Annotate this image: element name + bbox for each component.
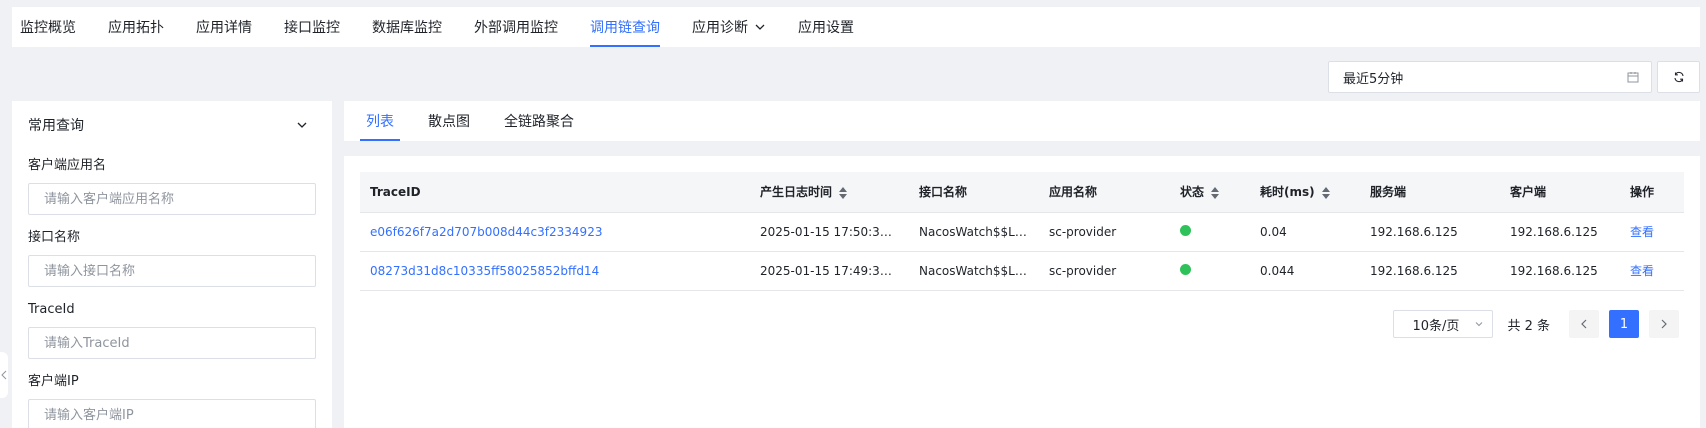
chevron-left-icon — [1581, 319, 1587, 329]
view-link[interactable]: 查看 — [1630, 264, 1654, 278]
nav-item-topology[interactable]: 应用拓扑 — [108, 7, 164, 47]
col-trace-id: TraceID — [360, 172, 750, 213]
duration-cell: 0.044 — [1250, 251, 1360, 291]
api-name-cell: NacosWatch$$La... — [909, 212, 1039, 252]
nav-item-api-monitor[interactable]: 接口监控 — [284, 7, 340, 47]
calendar-icon — [1627, 72, 1639, 83]
server-cell: 192.168.6.125 — [1360, 251, 1500, 291]
nav-item-app-diagnosis[interactable]: 应用诊断 — [692, 7, 766, 47]
app-name-cell: sc-provider — [1039, 251, 1170, 291]
page-size-select[interactable]: 10条/页 — [1393, 310, 1494, 338]
col-client: 客户端 — [1500, 172, 1620, 213]
time-range-value: 最近5分钟 — [1343, 71, 1404, 87]
nav-item-overview[interactable]: 监控概览 — [20, 7, 76, 47]
client-cell: 192.168.6.125 — [1500, 251, 1620, 291]
nav-item-app-detail[interactable]: 应用详情 — [196, 7, 252, 47]
log-time-cell: 2025-01-15 17:50:31.024 — [750, 212, 909, 252]
view-link[interactable]: 查看 — [1630, 225, 1654, 239]
nav-item-external-monitor[interactable]: 外部调用监控 — [474, 7, 558, 47]
duration-cell: 0.04 — [1250, 212, 1360, 252]
nav-item-db-monitor[interactable]: 数据库监控 — [372, 7, 442, 47]
top-nav: 监控概览 应用拓扑 应用详情 接口监控 数据库监控 外部调用监控 调用链查询 应… — [12, 7, 1700, 47]
client-app-label: 客户端应用名 — [28, 158, 107, 173]
sort-icon — [1211, 186, 1220, 199]
chevron-down-icon — [297, 122, 307, 128]
app-name-cell: sc-provider — [1039, 212, 1170, 252]
filter-header[interactable]: 常用查询 — [28, 101, 316, 149]
client-app-input[interactable] — [28, 183, 316, 215]
nav-item-trace-query[interactable]: 调用链查询 — [590, 7, 660, 47]
collapse-panel-handle[interactable] — [0, 352, 8, 398]
server-cell: 192.168.6.125 — [1360, 212, 1500, 252]
chevron-left-icon — [1, 370, 7, 380]
tab-full-trace[interactable]: 全链路聚合 — [498, 101, 580, 141]
trace-id-link[interactable]: 08273d31d8c10335ff58025852bffd14 — [370, 264, 599, 278]
table-row: e06f626f7a2d707b008d44c3f2334923 2025-01… — [360, 212, 1684, 252]
api-name-label: 接口名称 — [28, 230, 81, 245]
col-log-time[interactable]: 产生日志时间 — [750, 172, 909, 213]
chevron-down-icon — [1476, 322, 1483, 327]
page-number-button[interactable]: 1 — [1609, 310, 1639, 338]
chevron-down-icon — [755, 24, 765, 30]
status-dot — [1180, 224, 1191, 236]
col-api-name: 接口名称 — [909, 172, 1039, 213]
refresh-icon — [1673, 71, 1684, 83]
table-header-row: TraceID 产生日志时间 接口名称 应用名称 状态 耗时(ms) 服务端 客… — [360, 172, 1684, 213]
view-tabs: 列表 散点图 全链路聚合 — [344, 101, 1700, 141]
filter-title: 常用查询 — [28, 118, 84, 134]
table-row: 08273d31d8c10335ff58025852bffd14 2025-01… — [360, 251, 1684, 291]
api-name-cell: NacosWatch$$La... — [909, 251, 1039, 291]
api-name-input[interactable] — [28, 255, 316, 287]
col-duration[interactable]: 耗时(ms) — [1250, 172, 1360, 213]
time-range-picker[interactable]: 最近5分钟 — [1328, 61, 1652, 93]
refresh-button[interactable] — [1657, 61, 1700, 93]
trace-id-input[interactable] — [28, 327, 316, 359]
trace-id-label: TraceId — [28, 302, 75, 317]
client-ip-input[interactable] — [28, 399, 316, 428]
pagination: 10条/页 共 2 条 1 — [1393, 310, 1684, 338]
trace-table: TraceID 产生日志时间 接口名称 应用名称 状态 耗时(ms) 服务端 客… — [360, 172, 1684, 291]
trace-table-card: TraceID 产生日志时间 接口名称 应用名称 状态 耗时(ms) 服务端 客… — [344, 156, 1700, 428]
log-time-cell: 2025-01-15 17:49:31.023 — [750, 251, 909, 291]
tab-list[interactable]: 列表 — [360, 101, 400, 141]
filter-panel: 常用查询 客户端应用名 接口名称 TraceId 客户端IP — [12, 101, 332, 428]
sort-icon — [839, 186, 848, 199]
col-action: 操作 — [1620, 172, 1684, 213]
tab-scatter[interactable]: 散点图 — [422, 101, 476, 141]
col-app-name: 应用名称 — [1039, 172, 1170, 213]
col-status[interactable]: 状态 — [1170, 172, 1250, 213]
client-cell: 192.168.6.125 — [1500, 212, 1620, 252]
prev-page-button[interactable] — [1569, 310, 1599, 338]
client-ip-label: 客户端IP — [28, 374, 79, 389]
chevron-right-icon — [1661, 319, 1667, 329]
trace-id-link[interactable]: e06f626f7a2d707b008d44c3f2334923 — [370, 225, 602, 239]
sort-icon — [1321, 186, 1330, 199]
col-server: 服务端 — [1360, 172, 1500, 213]
next-page-button[interactable] — [1649, 310, 1679, 338]
status-dot — [1180, 263, 1191, 275]
total-count: 共 2 条 — [1507, 318, 1550, 334]
nav-item-app-settings[interactable]: 应用设置 — [798, 7, 854, 47]
